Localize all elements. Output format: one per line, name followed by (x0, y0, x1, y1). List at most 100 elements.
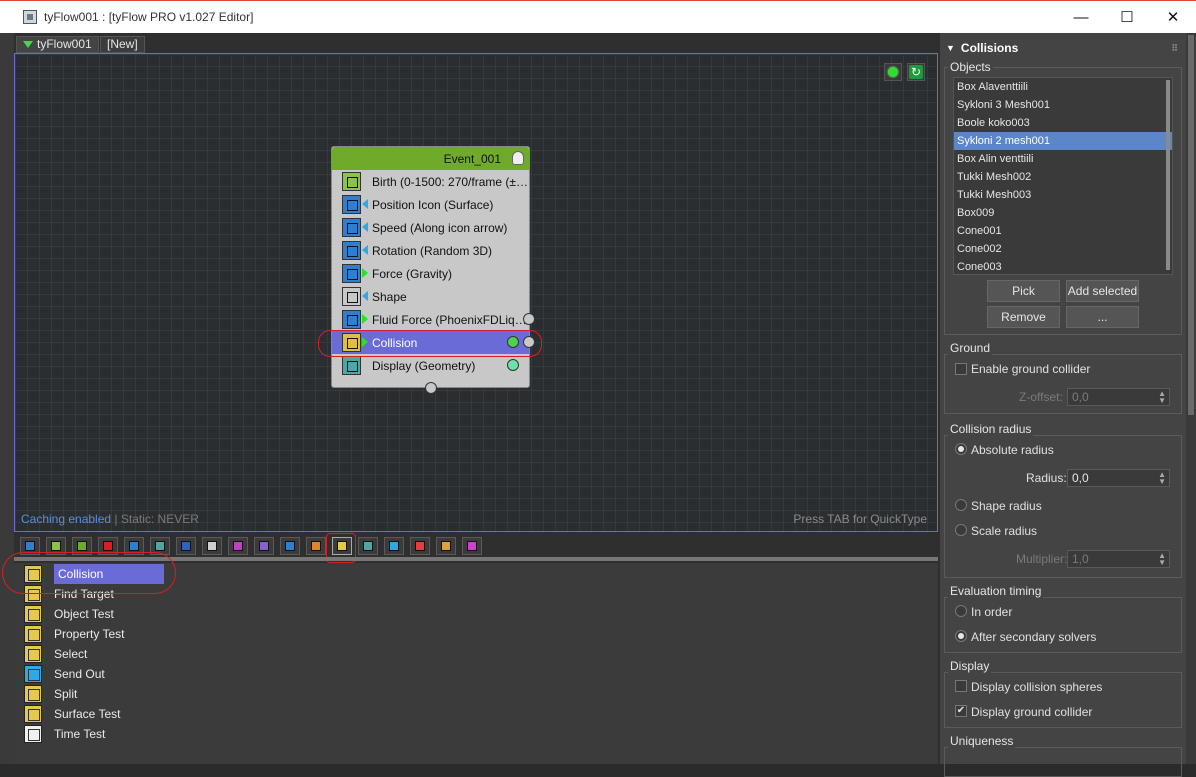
enable-ground-checkbox[interactable] (955, 363, 967, 375)
panel-scrollbar[interactable] (1186, 33, 1196, 764)
bulb-icon[interactable] (512, 151, 524, 165)
list-item[interactable]: Box Alaventtiili (954, 78, 1172, 96)
operator-position-icon[interactable]: Position Icon (Surface) (332, 193, 529, 216)
list-item[interactable]: Box Alin venttiili (954, 150, 1172, 168)
annotation-circle (2, 552, 176, 594)
rollout-title: Collisions (960, 41, 1019, 55)
list-item-select[interactable]: Select (24, 644, 87, 664)
scale-radius-label: Scale radius (971, 524, 1038, 538)
close-button[interactable]: ✕ (1150, 1, 1196, 33)
operator-shape[interactable]: Shape (332, 285, 529, 308)
multiplier-value: 1,0 (1072, 552, 1089, 566)
list-item[interactable]: Sykloni 2 mesh001 (954, 132, 1172, 150)
list-item-send-out[interactable]: Send Out (24, 664, 105, 684)
scale-radius-radio[interactable] (955, 524, 967, 536)
list-item-label: Select (54, 647, 88, 661)
display-port[interactable] (507, 359, 519, 371)
minimize-button[interactable]: — (1058, 1, 1104, 33)
category-material-button[interactable] (228, 537, 248, 555)
rollout-header[interactable]: ▼ Collisions ⠿ (940, 39, 1186, 57)
list-item-object-test[interactable]: Object Test (24, 604, 114, 624)
list-item[interactable]: Cone003 (954, 258, 1172, 274)
display-ground-checkbox[interactable]: ✔ (955, 705, 967, 717)
category-mesh-button[interactable] (436, 537, 456, 555)
category-send-button[interactable] (384, 537, 404, 555)
operator-fluid-force[interactable]: Fluid Force (PhoenixFDLiq… (332, 308, 535, 331)
editor-main: tyFlow001 [New] ↻ Event_001 Birth (0-150… (0, 33, 1196, 777)
list-item[interactable]: Cone002 (954, 240, 1172, 258)
remove-button[interactable]: Remove (987, 306, 1060, 328)
event-input-port[interactable] (425, 382, 437, 394)
operator-speed[interactable]: Speed (Along icon arrow) (332, 216, 529, 239)
display-spheres-checkbox[interactable] (955, 680, 967, 692)
operator-label: Fluid Force (PhoenixFDLiq… (372, 312, 527, 327)
category-mapping-button[interactable] (254, 537, 274, 555)
radius-label: Radius: (1026, 471, 1067, 485)
category-rotation-button[interactable] (176, 537, 196, 555)
absolute-radius-radio[interactable] (955, 443, 967, 455)
split-icon (24, 685, 42, 703)
list-item-label: Send Out (54, 667, 105, 681)
list-item[interactable]: Tukki Mesh003 (954, 186, 1172, 204)
list-item[interactable]: Sykloni 3 Mesh001 (954, 96, 1172, 114)
list-item[interactable]: Cone001 (954, 222, 1172, 240)
maximize-button[interactable]: ☐ (1104, 1, 1150, 33)
connector-triangle-icon (362, 314, 368, 324)
listbox-scrollbar[interactable] (1166, 80, 1170, 270)
shape-icon (342, 287, 361, 306)
window-title: tyFlow001 : [tyFlow PRO v1.027 Editor] (44, 10, 254, 24)
static-status: | Static: NEVER (111, 512, 199, 526)
list-item[interactable]: Box009 (954, 204, 1172, 222)
grip-icon: ⠿ (1171, 42, 1178, 53)
category-shape-button[interactable] (202, 537, 222, 555)
cache-toggle-button[interactable] (884, 63, 902, 81)
app-icon (23, 10, 37, 24)
radius-spinner[interactable]: 0,0 ▲ ▼ (1067, 469, 1170, 487)
list-item-surface-test[interactable]: Surface Test (24, 704, 120, 724)
flow-canvas[interactable]: ↻ Event_001 Birth (0-1500: 270/frame (±…… (14, 53, 938, 532)
list-item-label: Object Test (54, 607, 114, 621)
enable-ground-label: Enable ground collider (971, 362, 1091, 376)
scrollbar-thumb[interactable] (1188, 35, 1194, 415)
after-solvers-radio[interactable] (955, 630, 967, 642)
zoffset-spinner[interactable]: 0,0 ▲ ▼ (1067, 388, 1170, 406)
operator-display[interactable]: Display (Geometry) (332, 354, 529, 377)
more-button[interactable]: ... (1066, 306, 1139, 328)
radius-value: 0,0 (1072, 471, 1089, 485)
in-order-radio[interactable] (955, 605, 967, 617)
display-ground-label: Display ground collider (971, 705, 1093, 719)
zoffset-value: 0,0 (1072, 390, 1089, 404)
tab-tyflow001[interactable]: tyFlow001 (16, 36, 99, 53)
list-item[interactable]: Tukki Mesh002 (954, 168, 1172, 186)
select-icon (24, 645, 42, 663)
operator-label: Rotation (Random 3D) (372, 243, 493, 258)
operator-force[interactable]: Force (Gravity) (332, 262, 529, 285)
category-misc-button[interactable] (462, 537, 482, 555)
uniqueness-title: Uniqueness (948, 734, 1016, 748)
shape-radius-radio[interactable] (955, 499, 967, 511)
operator-rotation[interactable]: Rotation (Random 3D) (332, 239, 529, 262)
list-item-split[interactable]: Split (24, 684, 77, 704)
speed-icon (342, 218, 361, 237)
list-item-property-test[interactable]: Property Test (24, 624, 124, 644)
category-force-button[interactable] (280, 537, 300, 555)
refresh-button[interactable]: ↻ (907, 63, 925, 81)
category-script-button[interactable] (306, 537, 326, 555)
operator-birth[interactable]: Birth (0-1500: 270/frame (±… (332, 170, 529, 193)
objects-listbox[interactable]: Box Alaventtiili Sykloni 3 Mesh001 Boole… (953, 77, 1173, 275)
event-header[interactable]: Event_001 (332, 147, 529, 170)
fluid-force-icon (342, 310, 361, 329)
operator-label: Shape (372, 289, 407, 304)
caching-status[interactable]: Caching enabled (21, 512, 111, 526)
add-selected-button[interactable]: Add selected (1066, 280, 1139, 302)
multiplier-spinner[interactable]: 1,0 ▲ ▼ (1067, 550, 1170, 568)
category-cache-button[interactable] (410, 537, 430, 555)
list-item-time-test[interactable]: Time Test (24, 724, 105, 744)
pick-button[interactable]: Pick (987, 280, 1060, 302)
category-display-button[interactable] (358, 537, 378, 555)
force-icon (342, 264, 361, 283)
list-item[interactable]: Boole koko003 (954, 114, 1172, 132)
uniqueness-section (944, 747, 1182, 777)
output-port[interactable] (523, 313, 535, 325)
tab-new[interactable]: [New] (100, 36, 145, 53)
